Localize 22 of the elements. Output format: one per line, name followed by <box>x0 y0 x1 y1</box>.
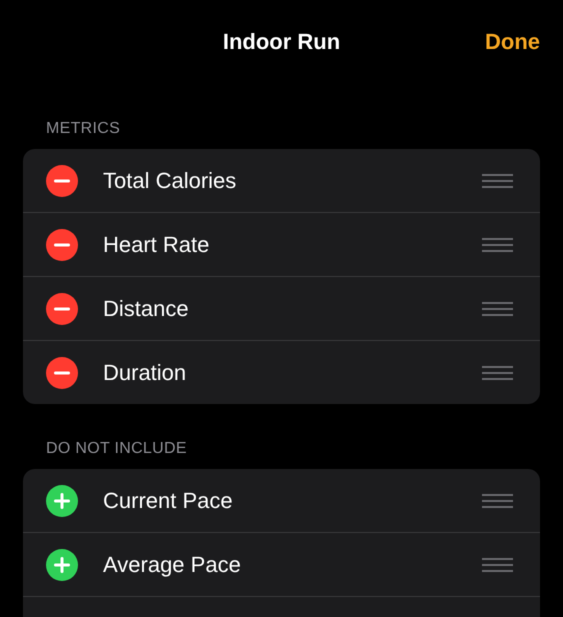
remove-icon[interactable] <box>46 164 78 196</box>
add-icon[interactable] <box>46 484 78 516</box>
done-button[interactable]: Done <box>485 29 540 55</box>
add-icon[interactable] <box>46 548 78 580</box>
drag-handle-icon[interactable] <box>482 366 513 380</box>
drag-handle-icon[interactable] <box>482 302 513 316</box>
metric-label: Duration <box>103 360 188 386</box>
metric-label: Distance <box>103 296 190 322</box>
remove-icon[interactable] <box>46 356 78 388</box>
metric-label: Total Calories <box>103 168 238 194</box>
remove-icon[interactable] <box>46 228 78 260</box>
drag-handle-icon[interactable] <box>482 174 513 188</box>
drag-handle-icon[interactable] <box>482 558 513 572</box>
section-header: METRICS <box>45 120 122 138</box>
drag-handle-icon[interactable] <box>482 238 513 252</box>
metric-label: Heart Rate <box>103 232 210 258</box>
section-header: DO NOT INCLUDE <box>45 440 188 458</box>
remove-icon[interactable] <box>46 292 78 324</box>
screen-title: Indoor Run <box>222 29 340 55</box>
metric-label: Current Pace <box>103 488 234 514</box>
metric-label: Average Pace <box>103 552 242 578</box>
drag-handle-icon[interactable] <box>482 494 513 508</box>
